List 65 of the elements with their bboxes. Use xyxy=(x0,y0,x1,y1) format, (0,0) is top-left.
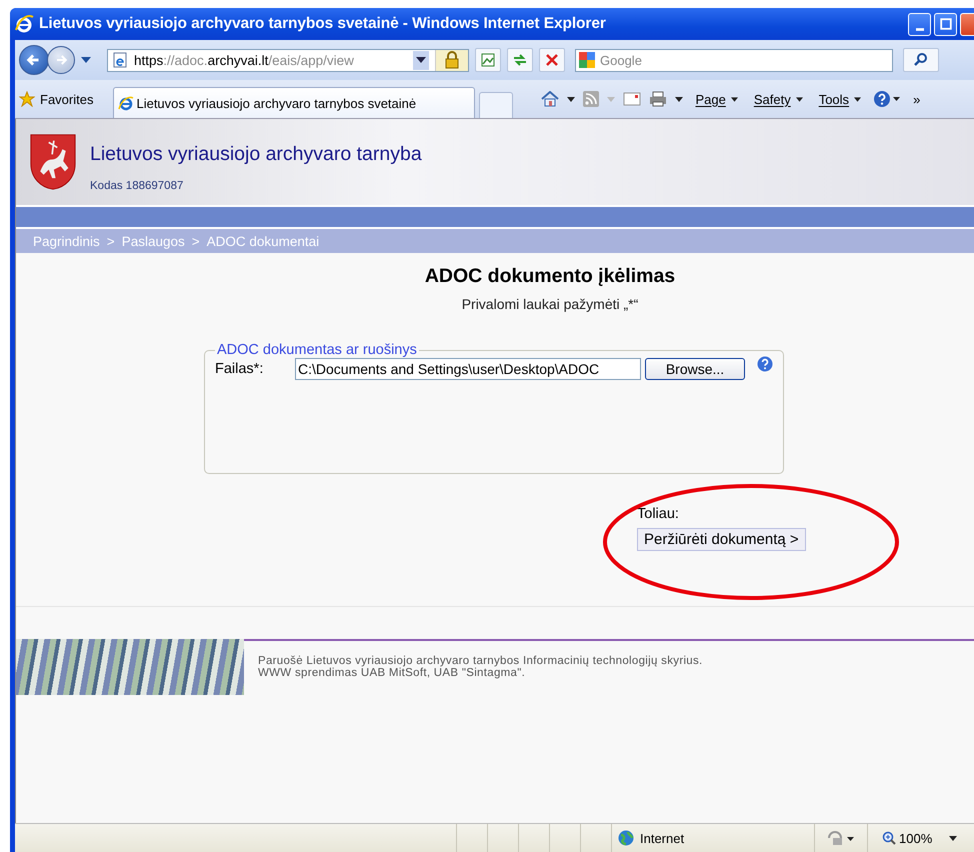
footer-text: Paruošė Lietuvos vyriausiojo archyvaro tarnybos Informacinių technologijų skyrius. xyxy=(258,655,703,667)
back-button[interactable] xyxy=(19,45,49,75)
url-text: archyvai.lt xyxy=(208,52,268,68)
star-icon xyxy=(19,91,35,107)
required-fields-note: Privalomi laukai pažymėti „*“ xyxy=(462,296,638,312)
footer-text: WWW sprendimas UAB MitSoft, UAB "Sintagma". xyxy=(258,667,526,679)
padlock-icon[interactable] xyxy=(435,50,468,70)
page-icon xyxy=(112,52,128,68)
coat-of-arms-icon xyxy=(30,133,76,191)
browser-logo-icon xyxy=(118,95,134,111)
view-document-button[interactable]: Peržiūrėti dokumentą > xyxy=(637,528,806,551)
print-icon[interactable] xyxy=(649,91,668,107)
search-engine-logo-icon xyxy=(579,52,595,68)
menu-button[interactable]: Safety xyxy=(750,92,807,106)
breadcrumb-separator: > xyxy=(106,234,115,248)
address-field[interactable]: https://adoc.archyvai.lt/eais/app/view xyxy=(107,48,469,72)
browse-button[interactable]: Browse... xyxy=(645,358,745,380)
dropdown-caret-icon[interactable] xyxy=(413,50,429,70)
help-icon[interactable] xyxy=(873,90,902,108)
stop-button[interactable] xyxy=(539,48,565,72)
file-path-field[interactable]: C:\Documents and Settings\user\Desktop\ADOC xyxy=(295,358,641,380)
more-commands-button[interactable]: » xyxy=(913,92,920,106)
mail-icon[interactable] xyxy=(623,92,642,106)
caret-icon[interactable] xyxy=(81,57,91,63)
field-label: Failas*: xyxy=(215,361,264,377)
search-icon xyxy=(913,52,929,68)
url-text: /eais/app/view xyxy=(268,52,354,68)
menu-button[interactable]: Tools xyxy=(814,92,866,106)
institution-code: Kodas 188697087 xyxy=(90,180,184,192)
globe-icon xyxy=(618,830,634,846)
favorites-button[interactable]: Favorites xyxy=(15,91,110,107)
caret-icon[interactable] xyxy=(675,96,684,102)
magnifier-icon xyxy=(882,831,896,845)
caret-icon xyxy=(854,96,862,102)
security-zone[interactable]: Internet xyxy=(611,824,814,852)
url-text: ://adoc. xyxy=(163,52,208,68)
caret-icon xyxy=(730,96,738,102)
caret-icon xyxy=(796,96,803,102)
forward-button[interactable] xyxy=(47,46,75,74)
browser-tab[interactable]: Lietuvos vyriausiojo archyvaro tarnybos svetainė xyxy=(113,87,476,118)
home-icon[interactable] xyxy=(541,91,560,107)
zoom-level-button[interactable]: 100% xyxy=(867,824,974,852)
minimize-button[interactable] xyxy=(908,12,931,36)
refresh-icon xyxy=(512,52,528,68)
next-label: Toliau: xyxy=(637,506,680,522)
search-button[interactable] xyxy=(903,48,939,72)
compatibility-button[interactable] xyxy=(475,48,501,72)
menu-button[interactable]: Page xyxy=(691,92,742,106)
maximize-button[interactable] xyxy=(934,12,957,36)
close-button[interactable] xyxy=(960,12,974,36)
stop-icon xyxy=(544,52,560,68)
chart-page-icon xyxy=(480,52,496,68)
search-field[interactable]: Google xyxy=(575,48,893,72)
breadcrumb-separator: > xyxy=(192,234,200,248)
caret-icon xyxy=(949,836,958,840)
page-heading: ADOC dokumento įkėlimas xyxy=(424,265,676,288)
refresh-button[interactable] xyxy=(507,48,533,72)
url-text: https xyxy=(134,52,164,68)
maximize-icon xyxy=(940,18,952,30)
site-title: Lietuvos vyriausiojo archyvaro tarnyba xyxy=(90,142,422,166)
minimize-icon xyxy=(916,28,924,30)
browser-logo-icon xyxy=(14,14,34,34)
caret-icon[interactable] xyxy=(567,96,576,102)
window-title: Lietuvos vyriausiojo archyvaro tarnybos svetainė - Windows Internet Explorer xyxy=(39,15,606,33)
fieldset-legend: ADOC dokumentas ar ruošinys xyxy=(215,342,419,358)
